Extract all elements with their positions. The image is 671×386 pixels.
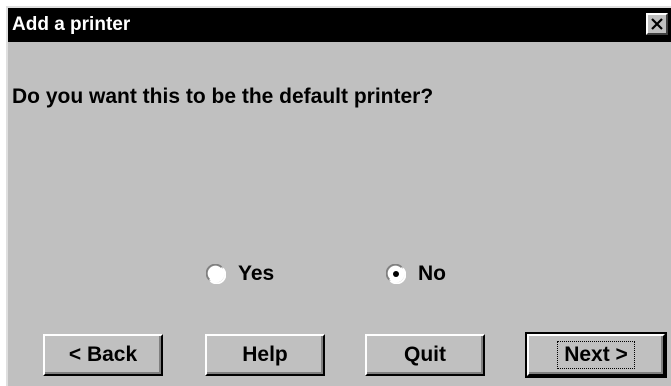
next-button[interactable]: Next > xyxy=(525,332,667,378)
next-button-label: Next > xyxy=(557,341,635,369)
close-icon xyxy=(651,18,663,30)
radio-no[interactable]: No xyxy=(386,262,446,286)
close-button[interactable] xyxy=(646,13,668,35)
default-printer-question: Do you want this to be the default print… xyxy=(12,85,434,108)
help-button-label: Help xyxy=(242,343,288,366)
help-button[interactable]: Help xyxy=(205,334,325,376)
back-button-label: < Back xyxy=(68,343,138,366)
add-printer-dialog: Add a printer Do you want this to be the… xyxy=(6,6,671,386)
radio-yes[interactable]: Yes xyxy=(206,262,274,286)
window-title: Add a printer xyxy=(12,14,131,35)
quit-button[interactable]: Quit xyxy=(365,334,485,376)
radio-selected-icon[interactable] xyxy=(386,264,406,284)
radio-yes-label[interactable]: Yes xyxy=(238,262,274,286)
radio-unselected-icon[interactable] xyxy=(206,264,226,284)
quit-button-label: Quit xyxy=(404,343,446,366)
back-button[interactable]: < Back xyxy=(43,334,163,376)
radio-no-label[interactable]: No xyxy=(418,262,446,286)
title-bar[interactable]: Add a printer xyxy=(8,8,671,42)
